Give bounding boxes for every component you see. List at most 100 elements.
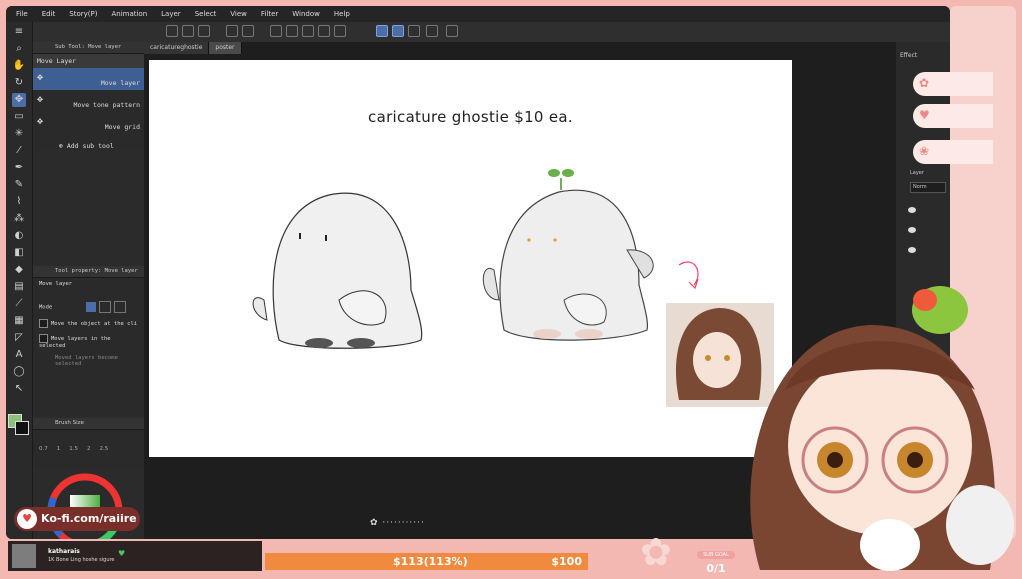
kofi-button[interactable]: ♥ Ko-fi.com/raiire	[14, 507, 140, 531]
text-icon[interactable]: A	[12, 348, 26, 362]
eye-icon[interactable]	[908, 247, 916, 253]
select-icon[interactable]: ▭	[12, 110, 26, 124]
redo-icon[interactable]	[242, 25, 254, 37]
eye-icon[interactable]	[908, 227, 916, 233]
move-layer-tool-icon[interactable]: ✥	[12, 93, 26, 107]
mode-grid-button[interactable]	[114, 301, 127, 313]
overlay-blossom-pill: ❀	[913, 140, 993, 164]
brush-size-value[interactable]: 2.5	[100, 446, 109, 452]
brush-size-value[interactable]: 1.5	[69, 446, 78, 452]
hand-icon[interactable]: ✋	[12, 59, 26, 73]
effect-label: Effect	[900, 52, 918, 59]
pencil-icon[interactable]: ✎	[12, 178, 26, 192]
subtool-move-grid[interactable]: ✥ Move grid	[33, 112, 144, 134]
airbrush-icon[interactable]: ⁂	[12, 212, 26, 226]
figure-icon[interactable]: ⟋	[12, 297, 26, 311]
coffee-cup-icon: ♥	[17, 509, 37, 529]
eyedropper-icon[interactable]: ⁄	[12, 144, 26, 158]
zoom-icon[interactable]: ⌕	[12, 42, 26, 56]
eye-icon[interactable]	[908, 207, 916, 213]
brush-size-value[interactable]: 2	[87, 446, 91, 452]
brush-size-value[interactable]: 0.7	[39, 446, 48, 452]
clear-icon[interactable]	[270, 25, 282, 37]
correct-line-icon[interactable]: ↖	[12, 382, 26, 396]
canvas-document[interactable]: caricature ghostie $10 ea.	[149, 60, 792, 457]
sub-tool-header: Move Layer	[33, 54, 144, 68]
checkbox[interactable]	[39, 319, 48, 328]
subtool-move-layer[interactable]: ✥ Move layer	[33, 68, 144, 90]
option-row: Moved layers become selected	[33, 352, 144, 370]
option-row[interactable]: Move the object at the cli	[33, 316, 144, 331]
menu-filter[interactable]: Filter	[261, 10, 278, 18]
device-icon[interactable]	[426, 25, 438, 37]
blend-icon[interactable]: ◐	[12, 229, 26, 243]
paste-icon[interactable]	[318, 25, 330, 37]
sub-color-swatch[interactable]	[15, 421, 29, 435]
gradient-icon[interactable]: ▤	[12, 280, 26, 294]
chat-username: katharais	[48, 548, 80, 555]
document-tabs: caricatureghostie poster	[144, 42, 242, 54]
snap-icon[interactable]	[376, 25, 388, 37]
option-row[interactable]: Move layers in the selected	[33, 331, 144, 352]
ghost-illustrations	[252, 169, 774, 407]
toolbox: ≡ ⌕ ✋ ↻ ✥ ▭ ✳ ⁄ ✒ ✎ ⌇ ⁂ ◐ ◧ ◆ ▤ ⟋ ▦ ◸ A …	[6, 22, 33, 539]
frame-icon[interactable]: ▦	[12, 314, 26, 328]
menu-view[interactable]: View	[230, 10, 247, 18]
subtool-label: Move grid	[104, 123, 140, 131]
brush-icon[interactable]: ⌇	[12, 195, 26, 209]
menu-layer[interactable]: Layer	[161, 10, 181, 18]
rotate-icon[interactable]: ↻	[12, 76, 26, 90]
move-icon: ✥	[37, 94, 44, 105]
heart-icon: ♥	[919, 108, 930, 122]
brush-size-value[interactable]: 1	[57, 446, 61, 452]
ruler-icon[interactable]: ◸	[12, 331, 26, 345]
copy-icon[interactable]	[302, 25, 314, 37]
eraser-icon[interactable]: ◧	[12, 246, 26, 260]
pen-icon[interactable]: ✒	[12, 161, 26, 175]
magic-wand-icon[interactable]: ✳	[12, 127, 26, 141]
subtool-move-tone-pattern[interactable]: ✥ Move tone pattern	[33, 90, 144, 112]
donation-goal-bar: $113(113%) $100	[265, 553, 588, 570]
menu-help[interactable]: Help	[334, 10, 350, 18]
subtool-label: Move layer	[100, 79, 140, 87]
menu-select[interactable]: Select	[195, 10, 217, 18]
snap-grid-icon[interactable]	[408, 25, 420, 37]
sub-tool-title: Sub Tool: Move layer	[33, 42, 144, 54]
option-label: Move the object at the cli	[51, 321, 138, 327]
settings-icon[interactable]	[446, 25, 458, 37]
snap-ruler-icon[interactable]	[392, 25, 404, 37]
menu-window[interactable]: Window	[292, 10, 320, 18]
vtuber-avatar	[750, 286, 1014, 571]
fill-icon[interactable]: ◆	[12, 263, 26, 277]
goal-current: $113(113%)	[393, 555, 468, 568]
move-icon: ✥	[37, 72, 44, 83]
brush-size-panel: Brush Size 0.7 1 1.5 2 2.5	[33, 418, 144, 468]
tab-poster[interactable]: poster	[209, 42, 242, 54]
transform-icon[interactable]	[334, 25, 346, 37]
sub-goal-widget: SUB GOAL 0/1	[680, 541, 752, 575]
new-icon[interactable]	[166, 25, 178, 37]
tool-property-title: Tool property: Move layer	[33, 266, 144, 278]
checkbox[interactable]	[39, 334, 48, 343]
mode-label: Mode	[39, 304, 53, 311]
mode-tone-button[interactable]	[98, 301, 111, 313]
menu-edit[interactable]: Edit	[42, 10, 56, 18]
balloon-icon[interactable]: ◯	[12, 365, 26, 379]
cut-icon[interactable]	[286, 25, 298, 37]
menu-story[interactable]: Story(P)	[69, 10, 97, 18]
blend-mode-select[interactable]: Norm	[910, 182, 946, 193]
add-sub-tool-button[interactable]: ⊕ Add sub tool	[33, 134, 144, 150]
menu-animation[interactable]: Animation	[111, 10, 147, 18]
undo-icon[interactable]	[226, 25, 238, 37]
mode-row: Mode	[33, 298, 144, 316]
tool-property-header: Move layer	[39, 281, 73, 287]
save-icon[interactable]	[198, 25, 210, 37]
open-icon[interactable]	[182, 25, 194, 37]
goal-target: $100	[551, 555, 582, 568]
tab-caricatureghostie[interactable]: caricatureghostie	[144, 42, 210, 54]
menu-file[interactable]: File	[16, 10, 28, 18]
mode-layer-button[interactable]	[85, 302, 96, 312]
avatar	[12, 544, 36, 568]
brush-size-title: Brush Size	[33, 418, 144, 430]
menu-icon[interactable]: ≡	[12, 25, 26, 39]
